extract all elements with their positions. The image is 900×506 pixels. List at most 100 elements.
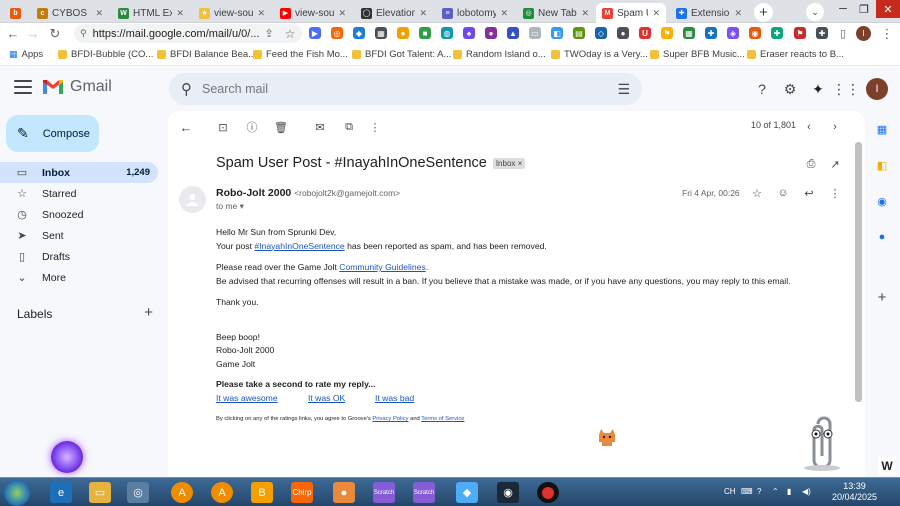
steam-icon[interactable]: ◉ xyxy=(497,482,519,503)
ie-icon[interactable]: e xyxy=(50,482,72,503)
extension-icon[interactable]: ▦ xyxy=(683,27,695,39)
app-b-icon[interactable]: B xyxy=(251,482,273,503)
volume-icon[interactable]: ◀) xyxy=(802,487,811,496)
clippy-assistant-icon[interactable] xyxy=(802,416,842,472)
keep-icon[interactable]: ◧ xyxy=(875,158,889,172)
app-a-icon[interactable]: A xyxy=(171,482,193,503)
terms-of-service-link[interactable]: Terms of Service xyxy=(421,416,464,422)
more-options-icon[interactable]: ⋮ xyxy=(828,186,842,200)
extension-icon[interactable]: ◈ xyxy=(727,27,739,39)
extension-icon[interactable]: ▭ xyxy=(529,27,541,39)
sidebar-item-drafts[interactable]: ▯ Drafts xyxy=(0,246,158,267)
file-explorer-icon[interactable]: ▭ xyxy=(89,482,111,503)
add-addon-icon[interactable]: + xyxy=(875,289,889,306)
settings-gear-icon[interactable]: ⚙ xyxy=(780,79,800,99)
record-icon[interactable] xyxy=(537,482,559,503)
rate-awesome-link[interactable]: It was awesome xyxy=(216,393,278,403)
delete-icon[interactable]: 🗑 xyxy=(274,120,288,134)
close-icon[interactable]: ✕ xyxy=(257,8,265,19)
close-icon[interactable]: ✕ xyxy=(176,8,184,19)
sidebar-item-inbox[interactable]: ▭ Inbox 1,249 xyxy=(0,162,158,183)
sidebar-item-snoozed[interactable]: ◷ Snoozed xyxy=(0,204,158,225)
bookmark[interactable]: Super BFB Music... xyxy=(650,49,745,60)
extension-icon[interactable]: ◧ xyxy=(551,27,563,39)
extension-icon[interactable]: ◇ xyxy=(595,27,607,39)
forward-icon[interactable]: → xyxy=(22,23,44,44)
back-icon[interactable]: ← xyxy=(2,23,24,44)
rate-bad-link[interactable]: It was bad xyxy=(375,393,414,403)
browser-tab[interactable]: WHTML Exam✕ xyxy=(112,3,190,23)
language-indicator[interactable]: CH xyxy=(724,487,736,496)
recipient-line[interactable]: to me ▾ xyxy=(216,201,244,212)
extension-icon[interactable]: ✚ xyxy=(771,27,783,39)
sidebar-item-sent[interactable]: ➤ Sent xyxy=(0,225,158,246)
open-new-window-icon[interactable]: ↗ xyxy=(828,157,842,171)
chrome-icon[interactable]: ◎ xyxy=(127,482,149,503)
close-icon[interactable]: ✕ xyxy=(95,8,103,19)
extension-icon[interactable]: ● xyxy=(485,27,497,39)
browser-tab-active[interactable]: MSpam User✕ xyxy=(596,3,666,23)
newer-icon[interactable]: › xyxy=(828,120,842,134)
network-icon[interactable]: ▮ xyxy=(787,487,791,496)
close-icon[interactable]: ✕ xyxy=(500,8,508,19)
reload-icon[interactable]: ↻ xyxy=(44,23,66,44)
sidebar-item-starred[interactable]: ☆ Starred xyxy=(0,183,158,204)
menu-kebab-icon[interactable]: ⋮ xyxy=(876,23,898,44)
browser-tab[interactable]: ✚Extensions✕ xyxy=(670,3,748,23)
report-spam-icon[interactable]: ⓘ xyxy=(245,120,259,134)
emoji-react-icon[interactable]: ☺ xyxy=(776,186,790,200)
tray-expand-icon[interactable]: ⌃ xyxy=(772,487,779,496)
bookmark[interactable]: TWOday is a Very... xyxy=(551,49,648,60)
game-icon[interactable]: ◆ xyxy=(456,482,478,503)
writer-icon[interactable]: W xyxy=(878,457,896,475)
rate-ok-link[interactable]: It was OK xyxy=(308,393,345,403)
scratch-mod-icon[interactable]: Scratch xyxy=(413,482,435,503)
print-icon[interactable]: ⎙ xyxy=(804,157,818,171)
app-a-icon[interactable]: A xyxy=(211,482,233,503)
search-filter-icon[interactable]: ☰ xyxy=(617,81,630,98)
add-label-icon[interactable]: + xyxy=(144,305,153,321)
side-panel-icon[interactable]: ▯ xyxy=(832,23,854,44)
extension-icon[interactable]: ◆ xyxy=(353,27,365,39)
extension-icon[interactable]: ▦ xyxy=(375,27,387,39)
calendar-icon[interactable]: ▦ xyxy=(875,122,889,136)
bookmark-star-icon[interactable]: ☆ xyxy=(279,23,301,44)
mark-unread-icon[interactable]: ✉ xyxy=(313,120,327,134)
bookmark-apps[interactable]: ▦ Apps xyxy=(9,49,43,60)
contacts-icon[interactable]: ● xyxy=(875,230,889,244)
scratch-cat-icon[interactable]: ● xyxy=(333,482,355,503)
close-icon[interactable]: ✕ xyxy=(734,8,742,19)
scratch-mod-icon[interactable]: Scratch xyxy=(373,482,395,503)
extensions-puzzle-icon[interactable]: ✚ xyxy=(816,27,828,39)
gemini-sparkle-icon[interactable]: ✦ xyxy=(808,79,828,99)
extension-icon[interactable]: ⚑ xyxy=(794,27,806,39)
bookmark[interactable]: BFDI Balance Bea... xyxy=(157,49,256,60)
extension-icon[interactable]: ▶ xyxy=(309,27,321,39)
back-to-inbox-icon[interactable]: ← xyxy=(179,120,193,135)
search-input[interactable] xyxy=(202,82,608,96)
main-menu-icon[interactable] xyxy=(14,80,32,94)
archive-icon[interactable]: ⊡ xyxy=(216,120,230,134)
more-actions-icon[interactable]: ⋮ xyxy=(368,120,382,134)
keyboard-icon[interactable]: ⌨ xyxy=(741,487,753,496)
message-scrollbar[interactable] xyxy=(855,142,862,402)
profile-avatar[interactable]: I xyxy=(856,26,871,41)
browser-tab[interactable]: ◯ Elevation ✕ xyxy=(355,3,433,23)
gmail-logo[interactable]: Gmail xyxy=(42,78,112,96)
browser-tab[interactable]: ▶view-source✕ xyxy=(274,3,352,23)
close-icon[interactable]: ✕ xyxy=(338,8,346,19)
extension-icon[interactable]: ⚑ xyxy=(661,27,673,39)
bookmark[interactable]: Eraser reacts to B... xyxy=(747,49,844,60)
tasks-icon[interactable]: ◉ xyxy=(875,194,889,208)
site-info-icon[interactable]: ⚲ xyxy=(80,28,87,39)
browser-tab[interactable]: b xyxy=(4,3,30,23)
chirp-icon[interactable]: Chirp xyxy=(291,482,313,503)
search-icon[interactable]: ⚲ xyxy=(181,80,192,98)
bookmark[interactable]: Random Island o... xyxy=(453,49,546,60)
extension-icon[interactable]: ✚ xyxy=(705,27,717,39)
sidebar-item-more[interactable]: ⌄ More xyxy=(0,267,158,288)
extension-icon[interactable]: ▲ xyxy=(507,27,519,39)
apps-grid-icon[interactable]: ⋮⋮ xyxy=(832,79,860,99)
extension-icon[interactable]: ▤ xyxy=(573,27,585,39)
browser-tab[interactable]: c CYBOS ✕ xyxy=(31,3,109,23)
